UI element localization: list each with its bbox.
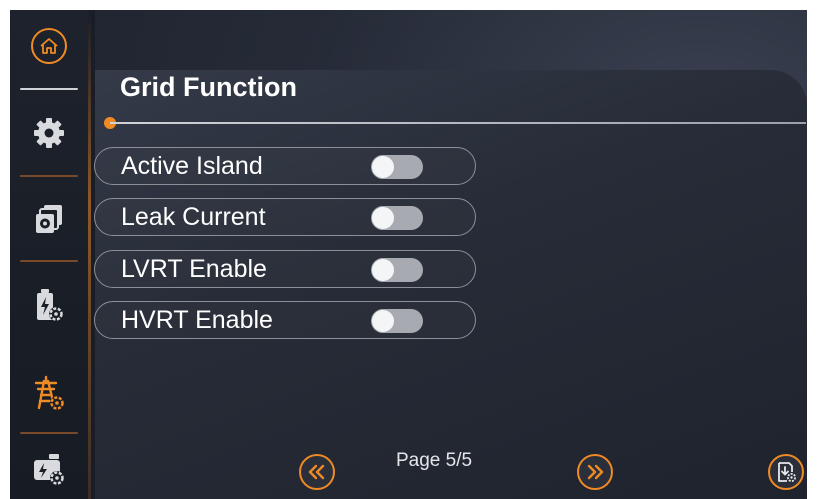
sidebar-accent-line [88,10,91,499]
sidebar-divider [20,432,78,434]
page-title: Grid Function [120,72,297,102]
setting-row-leak-current: Leak Current [94,198,476,236]
setting-label: Leak Current [121,203,266,231]
setting-row-hvrt-enable: HVRT Enable [94,301,476,339]
next-page-button[interactable] [577,454,613,490]
sidebar-item-home[interactable] [24,23,74,69]
sidebar-divider [20,88,78,90]
toggle-knob [372,207,394,229]
leak-current-toggle[interactable] [371,206,423,230]
sidebar-item-generator[interactable] [24,446,74,492]
power-tower-gear-icon [34,375,64,410]
lvrt-enable-toggle[interactable] [371,258,423,282]
generator-gear-icon [34,454,64,485]
previous-page-button[interactable] [299,454,335,490]
setting-label: Active Island [121,152,263,180]
sidebar-divider [20,175,78,177]
title-underline [110,122,806,124]
sidebar-divider [20,260,78,262]
home-icon [31,28,67,64]
double-chevron-left-icon [308,464,325,480]
toggle-knob [372,156,394,178]
setting-label: LVRT Enable [121,255,267,283]
toggle-knob [372,259,394,281]
sidebar-item-battery[interactable] [24,282,74,328]
setting-label: HVRT Enable [121,306,273,334]
document-download-gear-icon [778,462,796,482]
sidebar-item-devices[interactable] [24,196,74,242]
sidebar-item-settings[interactable] [24,110,74,156]
double-chevron-right-icon [587,464,604,480]
battery-gear-icon [37,289,63,321]
active-island-toggle[interactable] [371,155,423,179]
hvrt-enable-toggle[interactable] [371,309,423,333]
sidebar [10,10,88,499]
device-stack-gear-icon [36,205,62,233]
gear-icon [34,118,64,148]
page-indicator: Page 5/5 [396,450,473,471]
setting-row-active-island: Active Island [94,147,476,185]
export-settings-button[interactable] [768,454,804,490]
toggle-knob [372,310,394,332]
setting-row-lvrt-enable: LVRT Enable [94,250,476,288]
sidebar-item-grid[interactable] [24,370,74,416]
